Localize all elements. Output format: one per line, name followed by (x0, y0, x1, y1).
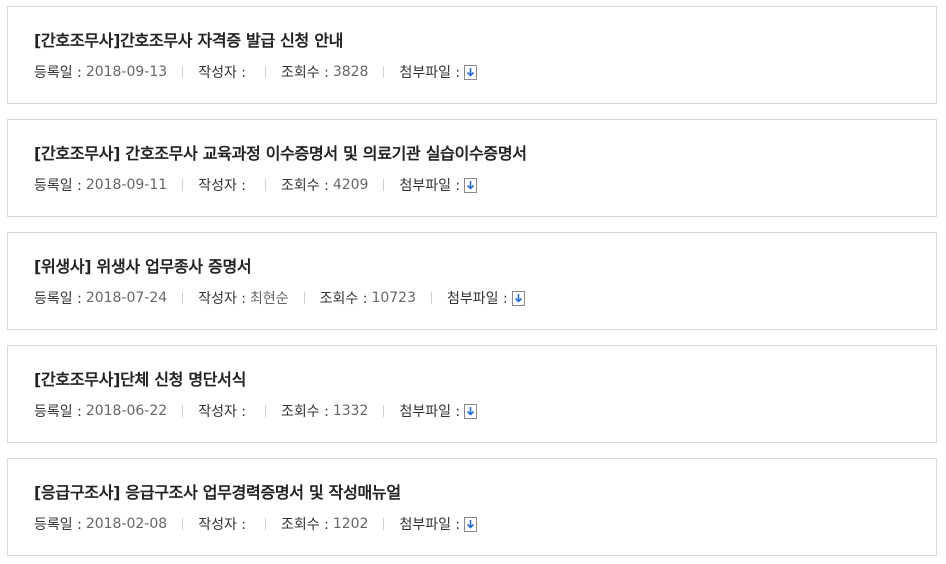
author-label: 작성자 : (198, 404, 246, 420)
views-label: 조회수 : (281, 178, 329, 194)
meta-divider (383, 179, 385, 191)
views-label: 조회수 : (281, 404, 329, 420)
post-title-link[interactable]: [간호조무사]간호조무사 자격증 발급 신청 안내 (34, 27, 343, 51)
attachment-label: 첨부파일 : (399, 517, 461, 533)
meta-divider (383, 518, 385, 530)
date-label: 등록일 : (34, 517, 82, 533)
date-value: 2018-07-24 (85, 290, 168, 306)
post-card: [간호조무사] 간호조무사 교육과정 이수증명서 및 의료기관 실습이수증명서 … (7, 119, 937, 217)
post-title-link[interactable]: [간호조무사]단체 신청 명단서식 (34, 366, 246, 390)
views-value: 1332 (332, 403, 369, 419)
post-title-link[interactable]: [위생사] 위생사 업무종사 증명서 (34, 253, 252, 277)
meta-divider (265, 518, 266, 530)
download-file-icon[interactable] (464, 177, 478, 193)
meta-divider (303, 292, 305, 304)
meta-divider (265, 179, 266, 191)
views-value: 1202 (332, 516, 369, 532)
post-meta: 등록일 : 2018-07-24 작성자 : 최현순 조회수 : 10723 첨… (34, 288, 525, 308)
meta-divider (383, 405, 385, 417)
date-label: 등록일 : (34, 291, 82, 307)
post-card: [간호조무사]간호조무사 자격증 발급 신청 안내 등록일 : 2018-09-… (7, 6, 937, 104)
author-label: 작성자 : (198, 517, 246, 533)
post-meta: 등록일 : 2018-06-22 작성자 : 조회수 : 1332 첨부파일 : (34, 401, 478, 421)
attachment-label: 첨부파일 : (399, 404, 461, 420)
post-meta: 등록일 : 2018-09-11 작성자 : 조회수 : 4209 첨부파일 : (34, 175, 478, 195)
post-title-link[interactable]: [응급구조사] 응급구조사 업무경력증명서 및 작성매뉴얼 (34, 479, 401, 503)
download-file-icon[interactable] (464, 64, 478, 80)
views-value: 4209 (332, 177, 369, 193)
author-label: 작성자 : (198, 178, 246, 194)
meta-divider (182, 518, 184, 530)
attachment-label: 첨부파일 : (399, 65, 461, 81)
post-card: [위생사] 위생사 업무종사 증명서 등록일 : 2018-07-24 작성자 … (7, 232, 937, 330)
meta-divider (182, 66, 184, 78)
post-list: [간호조무사]간호조무사 자격증 발급 신청 안내 등록일 : 2018-09-… (7, 6, 937, 556)
meta-divider (182, 292, 184, 304)
download-file-icon[interactable] (464, 403, 478, 419)
post-title-link[interactable]: [간호조무사] 간호조무사 교육과정 이수증명서 및 의료기관 실습이수증명서 (34, 140, 527, 164)
views-value: 10723 (371, 290, 416, 306)
meta-divider (182, 405, 184, 417)
views-label: 조회수 : (319, 291, 368, 307)
attachment-label: 첨부파일 : (399, 178, 461, 194)
post-card: [간호조무사]단체 신청 명단서식 등록일 : 2018-06-22 작성자 :… (7, 345, 937, 443)
attachment-label: 첨부파일 : (447, 291, 508, 307)
author-label: 작성자 : (198, 291, 246, 307)
date-label: 등록일 : (34, 178, 82, 194)
views-label: 조회수 : (281, 517, 329, 533)
download-file-icon[interactable] (511, 290, 525, 306)
views-label: 조회수 : (281, 65, 329, 81)
date-value: 2018-09-11 (85, 177, 168, 193)
post-meta: 등록일 : 2018-02-08 작성자 : 조회수 : 1202 첨부파일 : (34, 514, 478, 534)
author-value: 최현순 (250, 291, 289, 307)
views-value: 3828 (332, 64, 369, 80)
meta-divider (182, 179, 184, 191)
download-file-icon[interactable] (464, 516, 478, 532)
meta-divider (431, 292, 432, 304)
post-card: [응급구조사] 응급구조사 업무경력증명서 및 작성매뉴얼 등록일 : 2018… (7, 458, 937, 556)
date-label: 등록일 : (34, 404, 82, 420)
author-label: 작성자 : (198, 65, 246, 81)
date-label: 등록일 : (34, 65, 82, 81)
meta-divider (383, 66, 385, 78)
post-meta: 등록일 : 2018-09-13 작성자 : 조회수 : 3828 첨부파일 : (34, 62, 478, 82)
date-value: 2018-06-22 (85, 403, 168, 419)
date-value: 2018-09-13 (85, 64, 168, 80)
date-value: 2018-02-08 (85, 516, 168, 532)
meta-divider (265, 66, 266, 78)
meta-divider (265, 405, 266, 417)
